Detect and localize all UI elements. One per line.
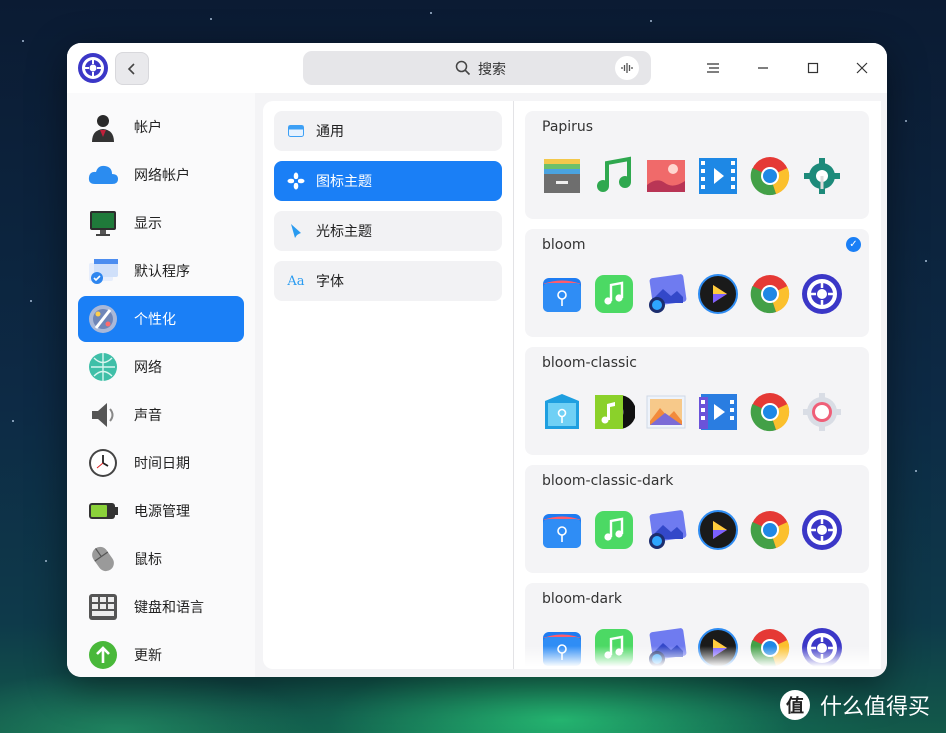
theme-preview-icons: [541, 273, 843, 315]
control-center-icon: [78, 53, 108, 83]
maximize-button[interactable]: [798, 53, 828, 83]
theme-name: bloom-classic: [542, 355, 637, 371]
back-button[interactable]: [115, 52, 149, 85]
video-player-icon: [698, 510, 738, 550]
music-icon: [595, 275, 633, 313]
keyboard-icon: [89, 594, 117, 620]
control-center-icon: [802, 510, 842, 550]
theme-preview-icons: [541, 155, 843, 197]
network-icon: [89, 353, 117, 381]
theme-card-bloom-classic-dark[interactable]: bloom-classic-dark: [525, 465, 869, 573]
watermark-logo-icon: 值: [779, 690, 810, 720]
font-icon: Aa: [287, 273, 305, 289]
video-player-icon: [699, 158, 737, 194]
monitor-icon: [90, 211, 116, 236]
music-icon: [595, 511, 633, 549]
theme-preview-icons: [541, 509, 843, 551]
clock-icon: [89, 449, 117, 477]
music-icon: [597, 156, 631, 192]
watermark: 值 什么值得买: [779, 689, 930, 721]
image-viewer-icon: [649, 274, 687, 313]
sidebar-item-default-apps[interactable]: 默认程序: [78, 248, 244, 294]
search-placeholder: 搜索: [478, 62, 506, 78]
update-icon: [89, 641, 117, 669]
settings-window: 搜索 帐户 网络帐户 显示 默认程序 个性化 网络 声音 时间日期 电源管理 鼠…: [67, 43, 887, 677]
theme-name: bloom-dark: [542, 591, 622, 607]
cloud-icon: [88, 165, 118, 184]
voice-wave-icon: [621, 63, 633, 73]
cursor-icon: [291, 224, 301, 238]
voice-input-button[interactable]: [615, 56, 639, 80]
menu-icon: [707, 63, 719, 73]
file-manager-icon: [544, 159, 580, 193]
minimize-button[interactable]: [748, 53, 778, 83]
settings-gear-icon: [803, 393, 841, 431]
theme-name: Papirus: [542, 119, 594, 135]
control-center-icon: [802, 274, 842, 314]
menu-item-font[interactable]: Aa 字体: [274, 261, 502, 301]
theme-preview-icons: [541, 391, 843, 433]
close-button[interactable]: [847, 53, 877, 83]
icon-theme-list: Papirus bloom ✓ bloom-classic bloom-clas…: [514, 101, 881, 669]
theme-card-bloom[interactable]: bloom ✓: [525, 229, 869, 337]
image-viewer-icon: [649, 510, 687, 549]
menu-item-cursor-theme[interactable]: 光标主题: [274, 211, 502, 251]
sidebar-item-network[interactable]: 网络: [78, 344, 244, 390]
file-manager-icon: [543, 514, 581, 548]
general-icon: [288, 125, 304, 137]
video-player-icon: [698, 274, 738, 314]
file-manager-icon: [543, 278, 581, 312]
account-icon: [92, 115, 114, 142]
sidebar-item-datetime[interactable]: 时间日期: [78, 440, 244, 486]
sidebar-item-account[interactable]: 帐户: [78, 104, 244, 150]
personalization-icon: [89, 305, 117, 333]
menu-item-general[interactable]: 通用: [274, 111, 502, 151]
theme-name: bloom: [542, 237, 586, 253]
mouse-icon: [92, 546, 114, 572]
sidebar-nav: 帐户 网络帐户 显示 默认程序 个性化 网络 声音 时间日期 电源管理 鼠标 键…: [67, 93, 255, 677]
icon-theme-icon: [287, 172, 305, 190]
chrome-icon: [750, 275, 790, 314]
maximize-icon: [807, 62, 819, 74]
sidebar-item-mouse[interactable]: 鼠标: [78, 536, 244, 582]
theme-card-papirus[interactable]: Papirus: [525, 111, 869, 219]
list-fade: [514, 646, 881, 669]
sidebar-item-display[interactable]: 显示: [78, 200, 244, 246]
title-bar: 搜索: [67, 43, 887, 93]
sidebar-item-personalization[interactable]: 个性化: [78, 296, 244, 342]
close-icon: [856, 62, 868, 74]
selected-check-icon: ✓: [846, 237, 861, 252]
menu-button[interactable]: [698, 53, 728, 83]
settings-gear-icon: [804, 158, 840, 194]
personalization-panel: 通用 图标主题 光标主题 Aa 字体: [263, 101, 513, 669]
sidebar-item-keyboard[interactable]: 键盘和语言: [78, 584, 244, 630]
menu-item-icon-theme[interactable]: 图标主题: [274, 161, 502, 201]
speaker-icon: [92, 403, 114, 427]
sidebar-item-network-account[interactable]: 网络帐户: [78, 152, 244, 198]
search-box[interactable]: 搜索: [303, 51, 651, 85]
sidebar-item-update[interactable]: 更新: [78, 632, 244, 677]
minimize-icon: [758, 67, 768, 69]
chrome-icon: [750, 393, 790, 432]
video-player-icon: [699, 394, 737, 430]
theme-card-bloom-classic[interactable]: bloom-classic: [525, 347, 869, 455]
image-viewer-icon: [647, 160, 685, 192]
search-icon: [455, 60, 471, 76]
music-icon: [595, 395, 635, 429]
file-manager-icon: [545, 394, 579, 429]
image-viewer-icon: [646, 395, 686, 429]
theme-name: bloom-classic-dark: [542, 473, 674, 489]
chevron-left-icon: [127, 62, 135, 75]
chrome-icon: [750, 157, 790, 196]
sidebar-item-power[interactable]: 电源管理: [78, 488, 244, 534]
default-apps-icon: [89, 259, 118, 284]
sidebar-item-sound[interactable]: 声音: [78, 392, 244, 438]
watermark-text: 什么值得买: [819, 695, 930, 720]
chrome-icon: [750, 511, 790, 550]
battery-icon: [89, 503, 118, 519]
